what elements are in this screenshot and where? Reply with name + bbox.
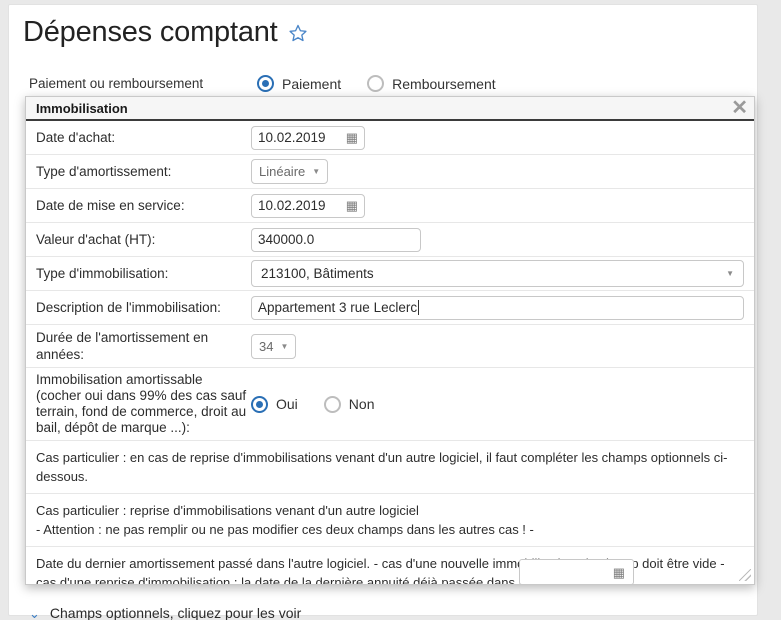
dialog-body: Date d'achat: 10.02.2019 ▦ Type d'amorti… [26,121,754,584]
duree-select[interactable]: 34 ▼ [251,333,297,359]
close-icon[interactable]: ✕ [731,97,748,119]
calendar-icon[interactable]: ▦ [346,199,358,212]
radio-remboursement-label[interactable]: Remboursement [392,76,496,92]
radio-remboursement[interactable] [367,75,385,92]
optional-fields-label: Champs optionnels, cliquez pour les voir [49,605,302,620]
type-immobilisation-select[interactable]: 213100, Bâtiments ▼ [251,260,744,287]
note-reprise-warning-line1: Cas particulier : reprise d'immobilisati… [36,503,419,518]
field-row-type-amortissement: Type d'amortissement: Linéaire ▼ [26,155,754,189]
payment-type-label: Paiement ou remboursement [29,76,204,91]
chevron-down-icon: ▼ [312,167,321,176]
text-cursor [418,300,420,315]
star-outline-icon[interactable] [288,23,308,48]
note-derniere-date: Date du dernier amortissement passé dans… [26,547,754,584]
label-type-immobilisation: Type d'immobilisation: [36,266,169,281]
date-mise-en-service-input[interactable]: 10.02.2019 ▦ [251,193,365,218]
radio-amortissable-non[interactable] [323,395,341,413]
optional-fields-toggle[interactable]: ⌄ Champs optionnels, cliquez pour les vo… [29,605,301,620]
note-reprise-warning-line2: - Attention : ne pas remplir ou ne pas m… [36,522,534,537]
radio-amortissable-non-label[interactable]: Non [349,396,375,412]
field-row-type-immobilisation: Type d'immobilisation: 213100, Bâtiments… [26,257,754,291]
note-derniere-date-line1: Date du dernier amortissement passé dans… [36,556,371,571]
page-title: Dépenses comptant [23,16,278,48]
note-reprise-warning: Cas particulier : reprise d'immobilisati… [26,494,754,547]
radio-paiement[interactable] [257,75,274,92]
field-row-date-achat: Date d'achat: 10.02.2019 ▦ [26,121,754,155]
label-description: Description de l'immobilisation: [36,300,221,315]
chevron-down-icon: ▼ [726,269,734,278]
label-duree: Durée de l'amortissement en années: [36,330,209,362]
calendar-icon[interactable]: ▦ [613,566,625,579]
radio-paiement-label[interactable]: Paiement [282,76,341,92]
payment-type-radio-group[interactable]: Paiement Remboursement [257,75,514,92]
screen: Dépenses comptant Paiement ou remboursem… [0,0,781,620]
description-input[interactable]: Appartement 3 rue Leclerc [251,295,744,320]
label-type-amortissement: Type d'amortissement: [36,164,172,179]
amortissable-radio-group[interactable]: Oui Non [251,395,392,413]
duree-value: 34 [259,338,274,354]
immobilisation-dialog: Immobilisation ✕ Date d'achat: 10.02.201… [25,96,755,585]
date-mise-en-service-value: 10.02.2019 [258,198,326,213]
chevron-down-icon: ⌄ [29,605,40,620]
radio-amortissable-oui[interactable] [251,395,268,413]
type-amortissement-value: Linéaire [259,164,306,179]
dialog-title: Immobilisation [36,100,128,116]
label-date-achat: Date d'achat: [36,130,116,145]
chevron-down-icon: ▼ [280,341,289,351]
label-date-mise-en-service: Date de mise en service: [36,198,185,213]
valeur-achat-input[interactable]: 340000.0 [251,227,421,252]
page-header: Dépenses comptant [23,15,308,49]
note-reprise-info: Cas particulier : en cas de reprise d'im… [26,441,754,494]
radio-amortissable-oui-label[interactable]: Oui [276,396,298,412]
resize-grip-icon[interactable] [739,569,751,581]
label-valeur-achat: Valeur d'achat (HT): [36,232,156,247]
description-value: Appartement 3 rue Leclerc [258,300,418,315]
type-immobilisation-value: 213100, Bâtiments [261,266,374,281]
date-achat-value: 10.02.2019 [258,130,326,145]
field-row-amortissable: Immobilisation amortissable (cocher oui … [26,368,754,441]
note-reprise-info-text: Cas particulier : en cas de reprise d'im… [36,450,728,484]
field-row-duree: Durée de l'amortissement en années: 34 ▼ [26,325,754,368]
field-row-description: Description de l'immobilisation: Apparte… [26,291,754,325]
derniere-date-input[interactable]: ▦ [519,559,634,584]
dialog-header: Immobilisation ✕ [26,97,754,121]
valeur-achat-value: 340000.0 [258,232,315,247]
payment-type-row: Paiement ou remboursement Paiement Rembo… [29,75,514,92]
type-amortissement-select[interactable]: Linéaire ▼ [251,159,329,184]
field-row-valeur-achat: Valeur d'achat (HT): 340000.0 [26,223,754,257]
calendar-icon[interactable]: ▦ [346,131,358,144]
field-row-date-mise-en-service: Date de mise en service: 10.02.2019 ▦ [26,189,754,223]
date-achat-input[interactable]: 10.02.2019 ▦ [251,125,365,150]
label-amortissable: Immobilisation amortissable (cocher oui … [36,372,247,435]
